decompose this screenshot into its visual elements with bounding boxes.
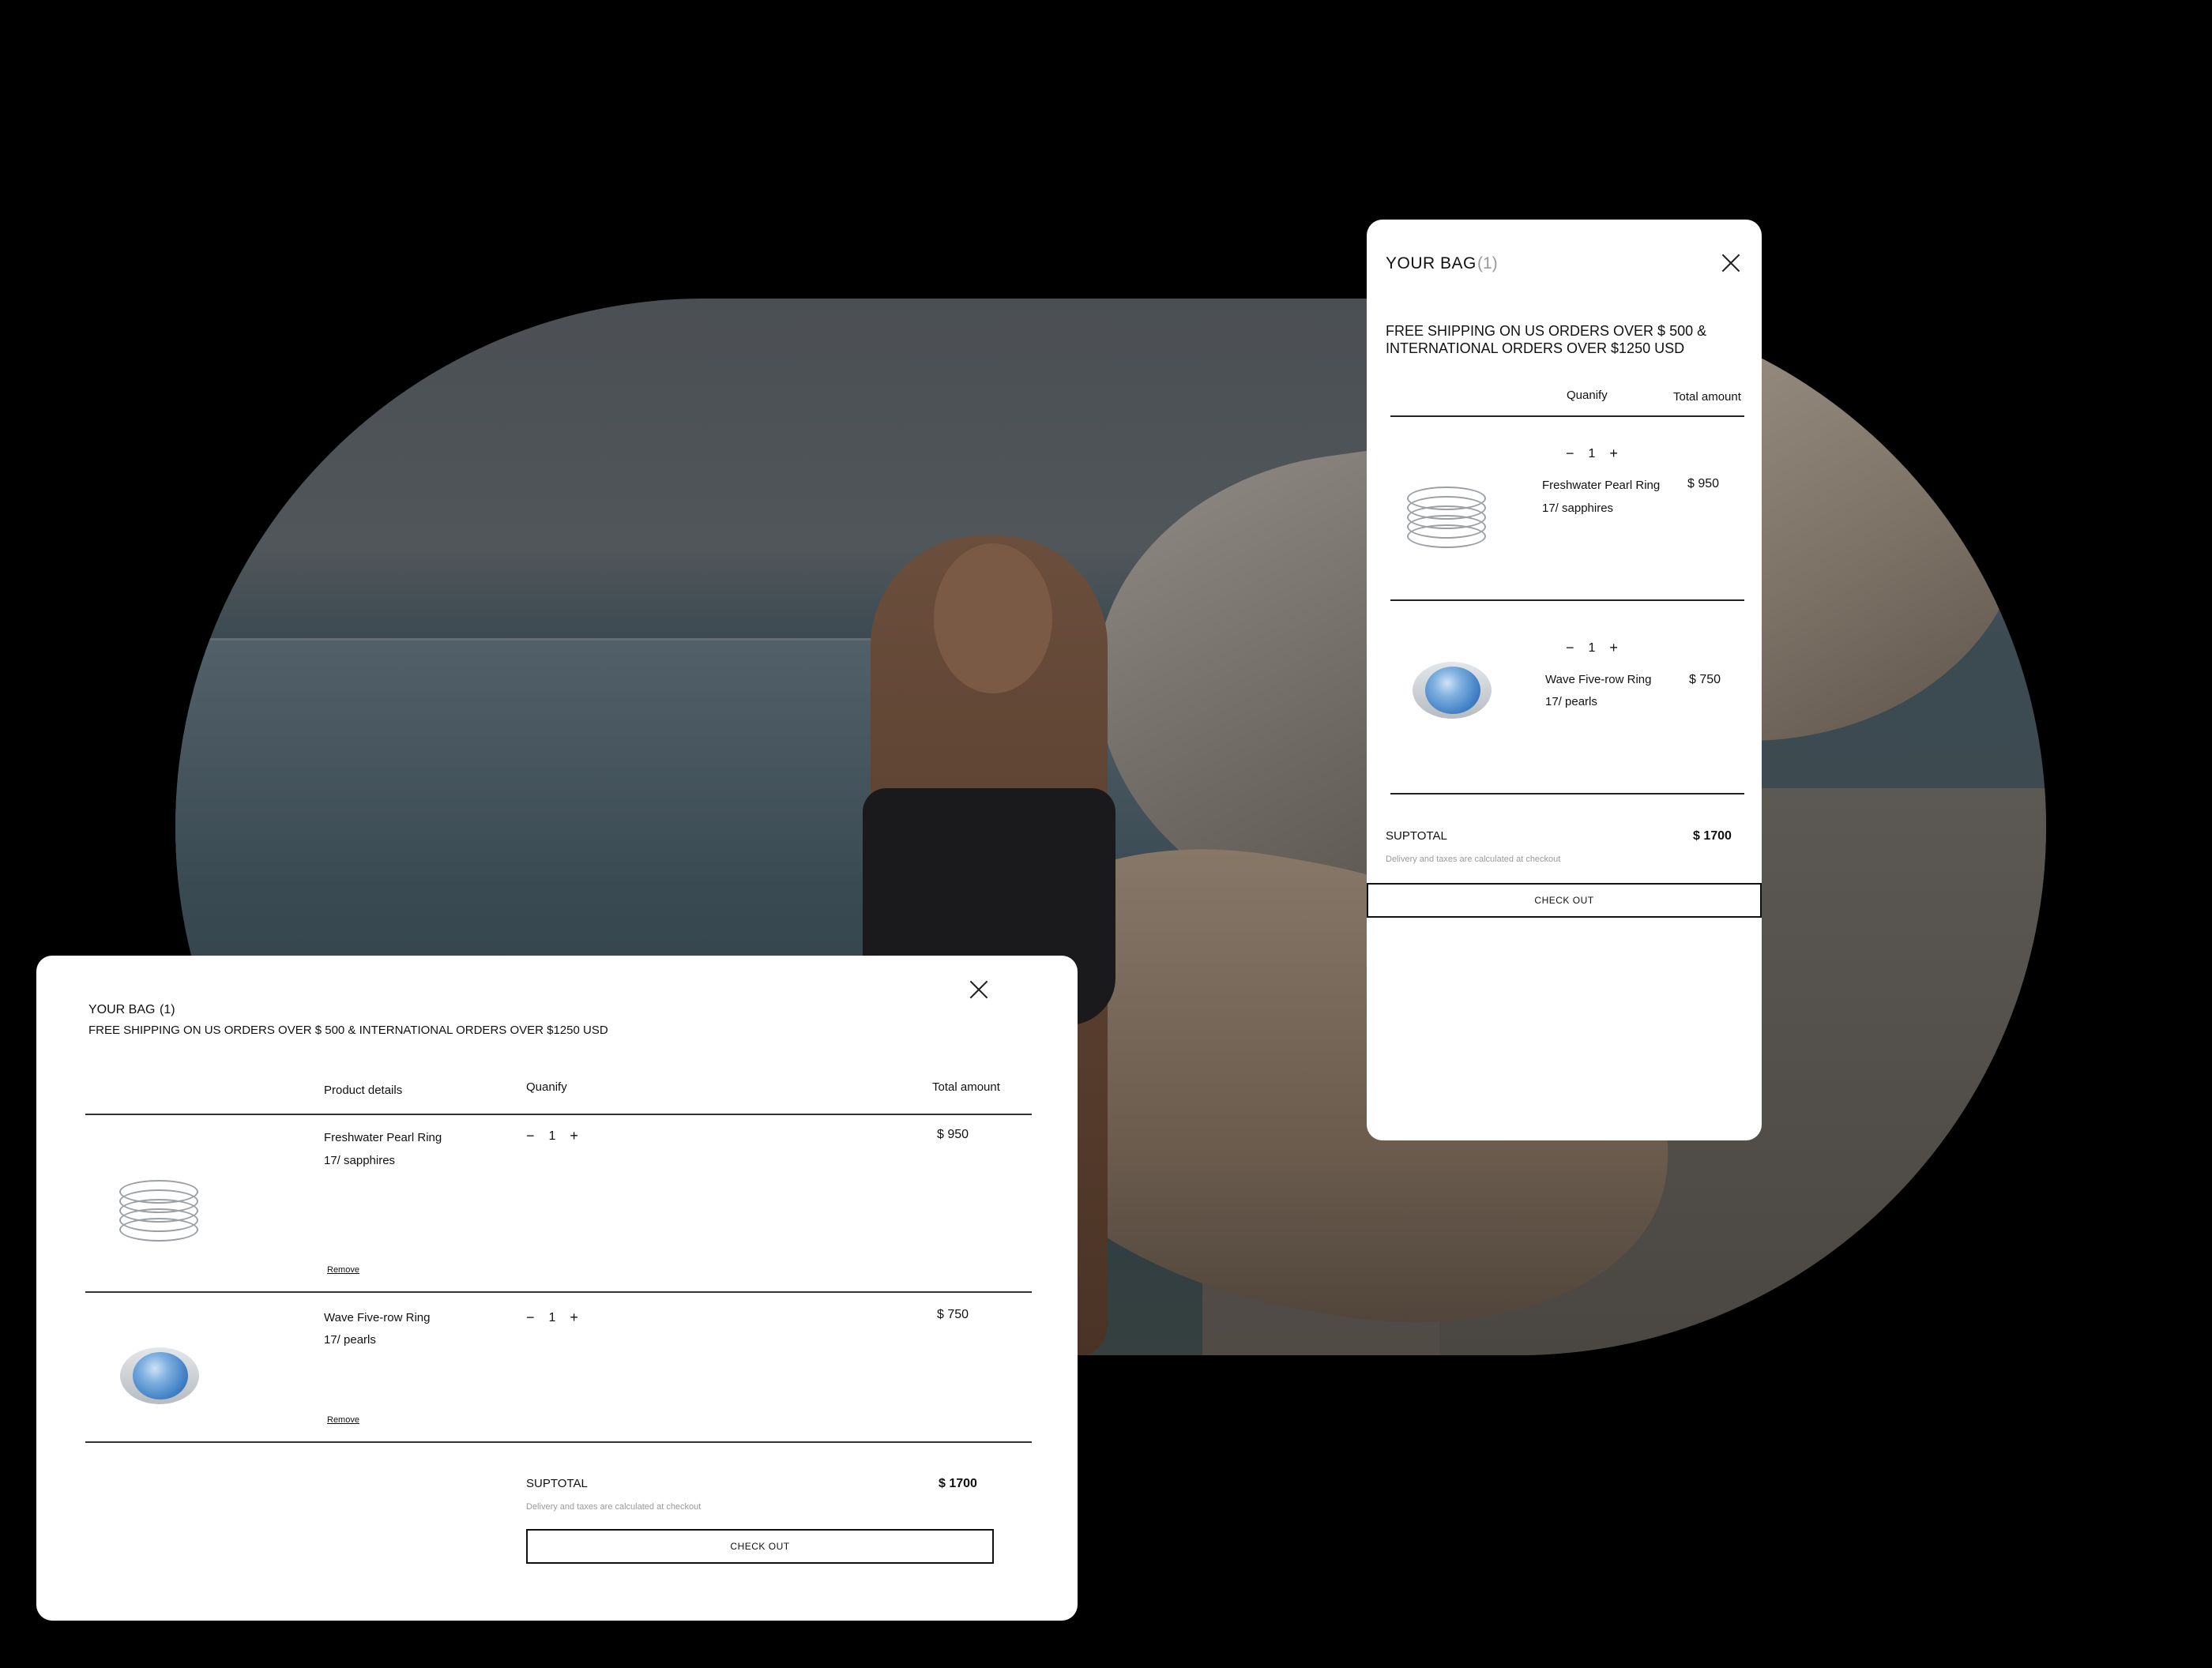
increase-button[interactable]: +: [570, 1309, 578, 1326]
divider: [85, 1114, 1032, 1115]
remove-link[interactable]: Remove: [327, 1265, 359, 1275]
subtotal-value: $ 1700: [939, 1477, 977, 1490]
item-name[interactable]: Wave Five-row Ring: [324, 1311, 430, 1324]
model-head: [934, 543, 1052, 693]
item-price: $ 950: [937, 1128, 969, 1141]
divider: [1390, 599, 1744, 601]
decrease-button[interactable]: −: [526, 1128, 535, 1144]
column-header-total: Total amount: [932, 1080, 1000, 1094]
mobile-cart-panel: YOUR BAG (1) FREE SHIPPING ON US ORDERS …: [1367, 220, 1762, 1140]
column-header-quantity: Quanify: [526, 1080, 567, 1094]
increase-button[interactable]: +: [1609, 640, 1618, 656]
quantity-value: 1: [548, 1129, 556, 1143]
cart-count: (1): [1477, 254, 1498, 272]
item-name[interactable]: Wave Five-row Ring: [1545, 673, 1651, 686]
product-image-silver-ring: [1403, 480, 1490, 551]
quantity-stepper: − 1 +: [1566, 640, 1618, 656]
item-variant: 17/ pearls: [1545, 695, 1597, 708]
cart-title: YOUR BAG: [1386, 254, 1477, 272]
quantity-stepper: − 1 +: [526, 1309, 578, 1326]
desktop-cart-panel: YOUR BAG (1) FREE SHIPPING ON US ORDERS …: [36, 956, 1078, 1621]
delivery-note: Delivery and taxes are calculated at che…: [526, 1502, 702, 1512]
decrease-button[interactable]: −: [526, 1309, 535, 1326]
product-image-blue-ring: [1413, 654, 1492, 725]
product-image-silver-ring: [115, 1174, 202, 1245]
shipping-notice: FREE SHIPPING ON US ORDERS OVER $ 500 & …: [1386, 323, 1707, 356]
close-icon[interactable]: [969, 979, 989, 1000]
item-price: $ 750: [1689, 673, 1721, 686]
item-variant: 17/ sapphires: [324, 1154, 396, 1167]
checkout-button[interactable]: CHECK OUT: [1367, 883, 1762, 918]
item-variant: 17/ pearls: [324, 1333, 376, 1347]
increase-button[interactable]: +: [1609, 445, 1618, 462]
subtotal-value: $ 1700: [1693, 829, 1732, 843]
subtotal-label: SUPTOTAL: [526, 1477, 588, 1490]
delivery-note: Delivery and taxes are calculated at che…: [1386, 855, 1561, 864]
divider: [1390, 415, 1744, 417]
remove-link[interactable]: Remove: [327, 1415, 359, 1425]
quantity-stepper: − 1 +: [526, 1128, 578, 1144]
column-header-total: Total amount: [1673, 390, 1741, 404]
product-image-blue-ring: [120, 1339, 199, 1411]
item-variant: 17/ sapphires: [1542, 502, 1614, 515]
item-name[interactable]: Freshwater Pearl Ring: [324, 1131, 442, 1144]
subtotal-label: SUPTOTAL: [1386, 829, 1447, 843]
decrease-button[interactable]: −: [1566, 445, 1574, 462]
divider: [1390, 793, 1744, 795]
shipping-notice: FREE SHIPPING ON US ORDERS OVER $ 500 & …: [88, 1024, 608, 1037]
decrease-button[interactable]: −: [1566, 640, 1574, 656]
item-price: $ 750: [937, 1308, 969, 1321]
close-icon[interactable]: [1721, 253, 1741, 273]
stage: YOUR BAG (1) FREE SHIPPING ON US ORDERS …: [0, 0, 2212, 1668]
cart-title: YOUR BAG: [88, 1003, 156, 1016]
quantity-value: 1: [1588, 446, 1596, 460]
quantity-value: 1: [1588, 641, 1596, 655]
cart-count: (1): [160, 1003, 175, 1016]
quantity-value: 1: [548, 1310, 556, 1324]
divider: [85, 1441, 1032, 1443]
checkout-button[interactable]: CHECK OUT: [526, 1529, 994, 1564]
column-header-quantity: Quanify: [1567, 389, 1608, 402]
quantity-stepper: − 1 +: [1566, 445, 1618, 462]
divider: [85, 1291, 1032, 1293]
column-header-product: Product details: [324, 1084, 403, 1097]
item-price: $ 950: [1687, 477, 1720, 490]
increase-button[interactable]: +: [570, 1128, 578, 1144]
item-name[interactable]: Freshwater Pearl Ring: [1542, 479, 1660, 492]
